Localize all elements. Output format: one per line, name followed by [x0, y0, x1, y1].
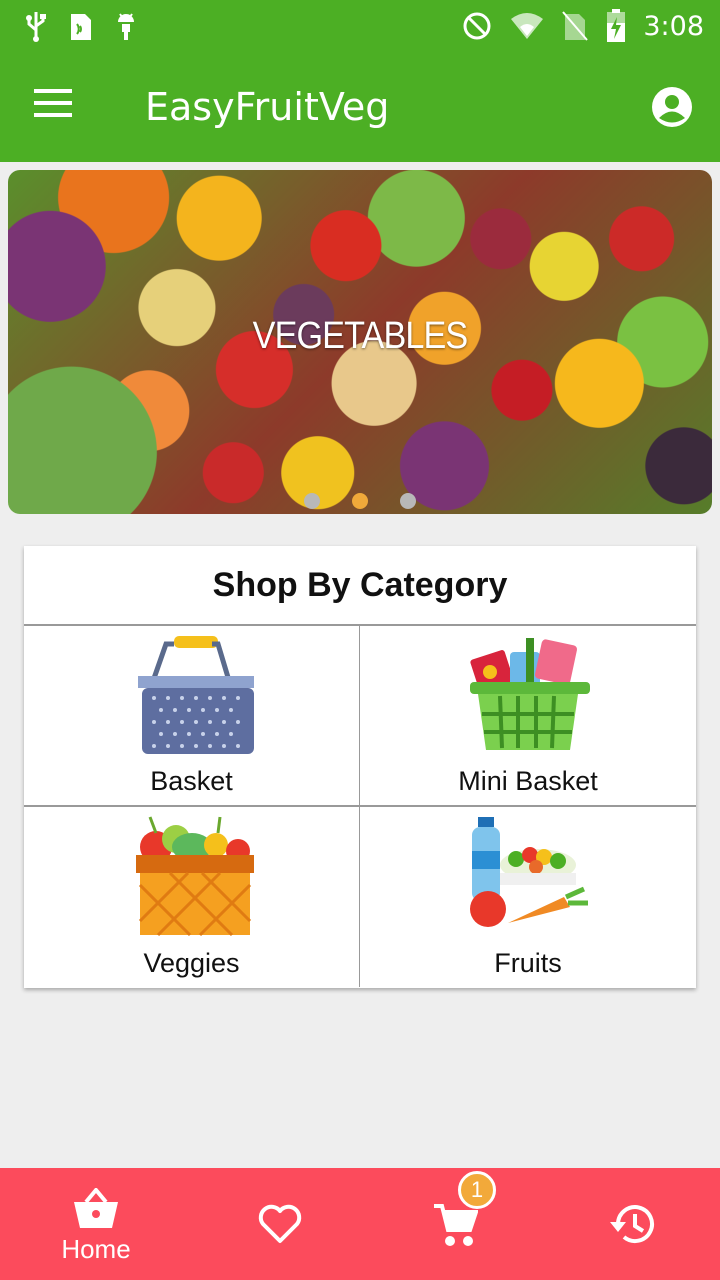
carousel-dot[interactable] — [400, 493, 416, 509]
account-icon[interactable] — [650, 85, 694, 129]
hamburger-icon — [34, 89, 72, 93]
no-sim-icon — [562, 11, 589, 41]
nav-cart[interactable] — [396, 1168, 516, 1280]
do-not-disturb-icon — [463, 12, 491, 40]
category-label: Veggies — [143, 948, 240, 978]
section-title: Shop By Category — [24, 546, 696, 626]
status-bar: 3:08 — [0, 0, 720, 52]
carousel-dot[interactable] — [304, 493, 320, 509]
nav-favorites[interactable] — [220, 1168, 340, 1280]
basket-icon — [137, 636, 254, 754]
battery-charging-icon — [607, 9, 626, 42]
heart-icon — [258, 1204, 302, 1243]
cart-icon — [434, 1204, 478, 1246]
carousel-indicators — [8, 493, 712, 509]
home-basket-icon — [74, 1188, 118, 1228]
clock: 3:08 — [643, 10, 704, 42]
category-veggies[interactable]: Veggies — [24, 807, 360, 987]
fruits-groceries-icon — [470, 817, 588, 927]
nav-label-home: Home — [61, 1234, 131, 1264]
veggies-crate-icon — [135, 816, 254, 937]
category-fruits[interactable]: Fruits — [360, 807, 696, 987]
bottom-navigation: Home — [0, 1168, 720, 1280]
category-card: Shop By Category Basket Mini Basket Vegg… — [24, 546, 696, 988]
category-grid: Basket Mini Basket Veggies Fruits — [24, 626, 696, 987]
category-basket[interactable]: Basket — [24, 626, 360, 807]
app-title: EasyFruitVeg — [145, 85, 390, 129]
cart-count-badge: 1 — [458, 1171, 496, 1209]
app-bar: EasyFruitVeg — [0, 52, 720, 162]
promo-banner-carousel[interactable]: VEGETABLES — [8, 170, 712, 514]
usb-icon — [26, 12, 46, 42]
category-mini-basket[interactable]: Mini Basket — [360, 626, 696, 807]
nav-home[interactable]: Home — [36, 1168, 156, 1280]
banner-caption: VEGETABLES — [252, 315, 469, 357]
history-icon — [610, 1205, 654, 1243]
category-label: Basket — [150, 766, 233, 796]
carousel-dot-active[interactable] — [352, 493, 368, 509]
category-label: Mini Basket — [458, 766, 598, 796]
menu-button[interactable] — [34, 89, 78, 125]
mini-basket-icon — [470, 638, 590, 750]
android-icon — [118, 13, 134, 40]
category-label: Fruits — [494, 948, 562, 978]
sim-nfc-icon — [71, 14, 91, 40]
nav-history[interactable] — [572, 1168, 692, 1280]
wifi-icon — [511, 13, 544, 39]
